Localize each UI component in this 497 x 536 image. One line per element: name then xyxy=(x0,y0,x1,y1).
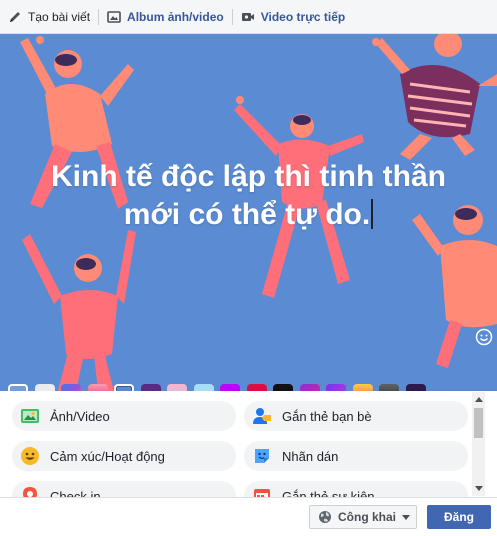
privacy-label: Công khai xyxy=(338,510,397,524)
background-swatch-black[interactable] xyxy=(273,384,293,391)
tab-create-post-label: Tạo bài viết xyxy=(28,9,91,24)
option-tag-event[interactable]: Gắn thẻ sự kiện xyxy=(244,481,468,497)
option-label: Cảm xúc/Hoạt động xyxy=(50,448,165,464)
background-swatch-purple-gradient[interactable] xyxy=(326,384,346,391)
option-label: Nhãn dán xyxy=(282,448,339,464)
post-text[interactable]: Kinh tế độc lập thì tinh thần mới có thể… xyxy=(30,158,467,234)
post-text-line-2: mới có thể tự do. xyxy=(30,196,467,234)
option-photo-video[interactable]: Ảnh/Video xyxy=(12,401,236,431)
background-swatch-violet[interactable] xyxy=(220,384,240,391)
location-pin-icon xyxy=(20,486,40,497)
sticker-icon xyxy=(252,446,272,466)
background-swatch-crimson[interactable] xyxy=(246,384,267,391)
post-button[interactable]: Đăng xyxy=(427,505,491,529)
composer-footer: Công khai Đăng xyxy=(0,497,497,536)
composer-options: Ảnh/Video Gắn thẻ bạn bè Cảm xúc/Hoạt độ… xyxy=(0,391,497,497)
background-swatch-white[interactable] xyxy=(34,384,55,391)
background-swatch-purple-pattern[interactable] xyxy=(140,384,161,391)
option-tag-friends[interactable]: Gắn thẻ bạn bè xyxy=(244,401,468,431)
tab-photo-album-label: Album ảnh/video xyxy=(127,9,224,24)
tab-create-post[interactable]: Tạo bài viết xyxy=(0,0,98,34)
chevron-down-icon xyxy=(402,514,411,520)
text-cursor xyxy=(371,199,374,229)
event-icon xyxy=(252,486,272,497)
options-scrollbar[interactable] xyxy=(472,392,485,496)
photo-album-icon xyxy=(107,10,121,24)
post-text-line-1: Kinh tế độc lập thì tinh thần xyxy=(51,160,446,193)
option-label: Gắn thẻ bạn bè xyxy=(282,408,372,424)
privacy-selector[interactable]: Công khai xyxy=(309,505,417,529)
option-check-in[interactable]: Check in xyxy=(12,481,236,497)
background-swatch-people-illustration[interactable] xyxy=(114,384,134,391)
background-swatch-rainbow[interactable] xyxy=(61,384,81,391)
option-sticker[interactable]: Nhãn dán xyxy=(244,441,468,471)
option-label: Gắn thẻ sự kiện xyxy=(282,488,375,498)
live-video-icon xyxy=(241,10,255,24)
post-background-canvas[interactable]: Kinh tế độc lập thì tinh thần mới có thể… xyxy=(0,34,497,391)
globe-icon xyxy=(318,510,332,524)
option-label: Check in xyxy=(50,488,101,498)
tab-live-video-label: Video trực tiếp xyxy=(260,9,346,24)
tab-live-video[interactable]: Video trực tiếp xyxy=(233,0,354,34)
background-swatch-pink-red[interactable] xyxy=(87,384,108,391)
option-feeling-activity[interactable]: Cảm xúc/Hoạt động xyxy=(12,441,236,471)
option-label: Ảnh/Video xyxy=(50,408,110,424)
background-swatch-light-blue[interactable] xyxy=(193,384,214,391)
scroll-up-arrow-icon[interactable] xyxy=(475,397,483,402)
pencil-icon xyxy=(8,10,22,24)
background-swatch-magenta-purple[interactable] xyxy=(299,384,320,391)
background-swatch-orange-pink[interactable] xyxy=(352,384,373,391)
background-swatch-galaxy[interactable] xyxy=(405,384,426,391)
scrollbar-thumb[interactable] xyxy=(474,408,483,438)
chevron-left-icon[interactable]: ‹ xyxy=(8,384,28,391)
post-text-line-2-text: mới có thể tự do. xyxy=(123,198,371,231)
photo-video-icon xyxy=(20,406,40,426)
feeling-emoji-icon xyxy=(20,446,40,466)
composer-tabs: Tạo bài viết Album ảnh/video Video trực … xyxy=(0,0,497,34)
scroll-down-arrow-icon[interactable] xyxy=(475,486,483,491)
tab-photo-album[interactable]: Album ảnh/video xyxy=(99,0,232,34)
smiley-icon[interactable] xyxy=(475,328,493,346)
background-swatch-pastel-stripes[interactable] xyxy=(167,384,187,391)
background-swatch-dark-gray[interactable] xyxy=(379,384,399,391)
tag-friends-icon xyxy=(252,406,272,426)
background-swatch-row: ‹ xyxy=(8,383,432,391)
